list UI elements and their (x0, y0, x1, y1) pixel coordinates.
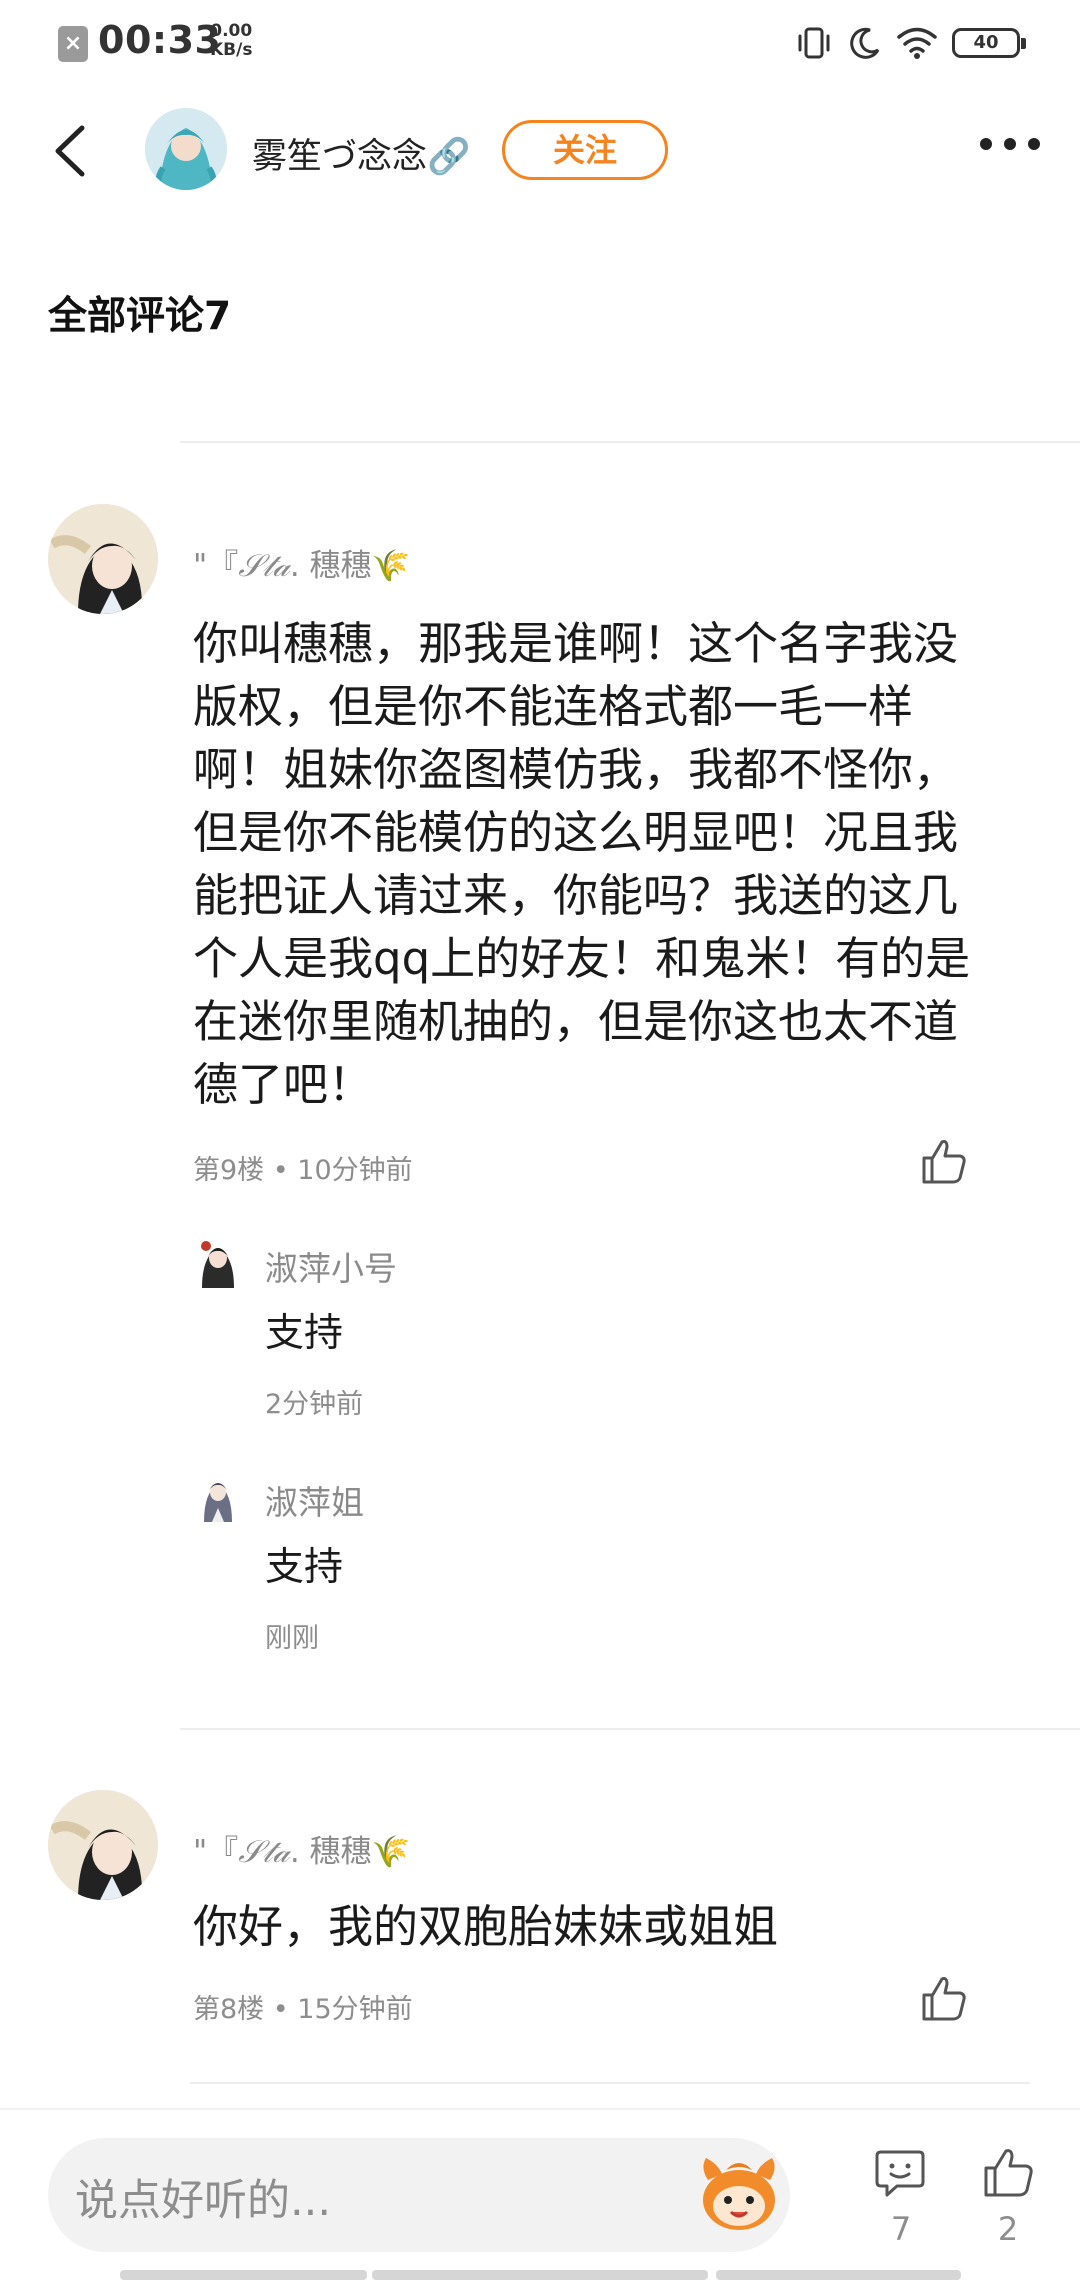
commenter-avatar[interactable] (48, 504, 158, 614)
network-speed-unit: KB/s (210, 40, 253, 60)
wifi-icon (897, 27, 937, 59)
divider (180, 441, 1080, 443)
reply-time: 刚刚 (265, 1623, 319, 1654)
back-arrow-icon[interactable] (52, 124, 88, 178)
reply-author-name[interactable]: 淑萍小号 (265, 1242, 397, 1290)
battery-level: 40 (973, 32, 999, 53)
commenter-name-suffix: . 穗穗🌾 (289, 1834, 411, 1870)
comment-text: 你叫穗穗，那我是谁啊！这个名字我没版权，但是你不能连格式都一毛一样啊！姐妹你盗图… (193, 617, 971, 1111)
network-speed: 0.00 KB/s (210, 22, 252, 60)
vibrate-icon (798, 27, 830, 59)
reply-avatar[interactable] (196, 1470, 240, 1522)
moon-icon (850, 27, 880, 59)
notification-close-icon: × (58, 26, 88, 62)
like-icon[interactable] (918, 1136, 968, 1186)
like-count: 2 (997, 2210, 1019, 2248)
comment-meta: 第9楼 • 10分钟前 (193, 1155, 413, 1186)
like-icon[interactable] (918, 1973, 968, 2023)
commenter-name[interactable]: "『𝒮𝓉𝒶. 穗穗🌾 (193, 1826, 410, 1871)
reply-text: 支持 (265, 1545, 344, 1590)
status-icons: 40 (794, 20, 1026, 66)
commenter-name-suffix: . 穗穗🌾 (289, 548, 411, 584)
reply-author-name[interactable]: 淑萍姐 (265, 1476, 364, 1524)
commenter-name-deco: 𝒮𝓉𝒶 (238, 1834, 290, 1870)
gesture-bar (120, 2270, 367, 2280)
commenter-name-deco: 𝒮𝓉𝒶 (238, 548, 290, 584)
network-speed-value: 0.00 (210, 21, 253, 41)
comment-count: 7 (890, 2210, 912, 2248)
comment-input-placeholder[interactable]: 说点好听的... (75, 2166, 331, 2228)
mascot-emoji-icon[interactable] (696, 2150, 782, 2236)
divider (190, 2082, 1030, 2084)
gesture-bar (716, 2270, 961, 2280)
follow-button[interactable]: 关注 (502, 120, 668, 180)
comments-section-title: 全部评论7 (48, 294, 232, 339)
comment-text: 你好，我的双胞胎妹妹或姐姐 (193, 1900, 779, 1953)
reply-avatar[interactable] (196, 1236, 240, 1288)
status-time: 00:33 (98, 18, 222, 62)
commenter-avatar[interactable] (48, 1790, 158, 1900)
comment-icon[interactable] (873, 2146, 927, 2200)
commenter-name[interactable]: "『𝒮𝓉𝒶. 穗穗🌾 (193, 540, 410, 585)
commenter-name-prefix: "『 (193, 548, 239, 584)
reply-text: 支持 (265, 1311, 344, 1356)
author-avatar[interactable] (145, 108, 227, 190)
comment-meta: 第8楼 • 15分钟前 (193, 1994, 413, 2025)
commenter-name-prefix: "『 (193, 1834, 239, 1870)
like-icon[interactable] (980, 2146, 1036, 2200)
battery-icon: 40 (952, 28, 1026, 58)
reply-time: 2分钟前 (265, 1389, 364, 1420)
author-username[interactable]: 雾笙づ念念🔗 (252, 128, 471, 179)
divider (180, 1728, 1080, 1730)
more-options-icon[interactable] (980, 138, 1040, 150)
gesture-bar (372, 2270, 708, 2280)
